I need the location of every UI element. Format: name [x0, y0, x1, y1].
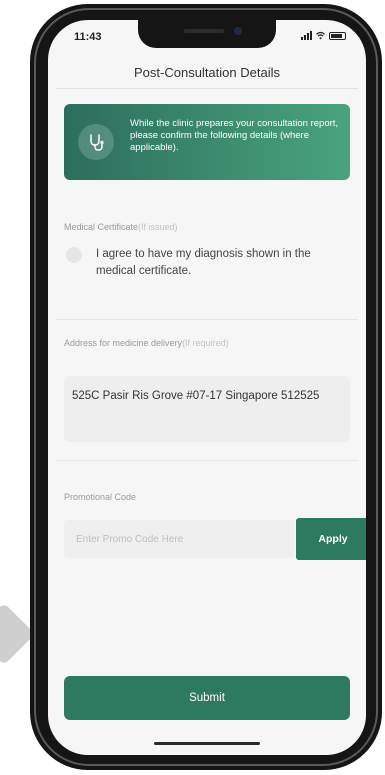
wifi-icon: [316, 31, 325, 40]
stethoscope-icon: [78, 124, 114, 160]
promo-label: Promotional Code: [64, 492, 137, 502]
address-hint: (If required): [182, 338, 229, 348]
section-divider: [56, 319, 358, 320]
submit-button[interactable]: Submit: [64, 676, 350, 720]
status-icons: [301, 31, 346, 40]
signal-icon: [301, 31, 312, 40]
promo-code-input[interactable]: [64, 520, 294, 558]
medical-certificate-label-text: Medical Certificate: [64, 222, 139, 232]
apply-promo-button[interactable]: Apply: [296, 518, 366, 560]
page-title: Post-Consultation Details: [134, 65, 280, 80]
info-banner: While the clinic prepares your consultat…: [64, 104, 350, 180]
address-field[interactable]: 525C Pasir Ris Grove #07-17 Singapore 51…: [64, 376, 350, 442]
section-divider: [56, 460, 358, 461]
medical-certificate-hint: (If issued): [138, 222, 178, 232]
address-label: Address for medicine delivery(If require…: [64, 338, 229, 348]
diagnosis-consent-checkbox[interactable]: [66, 247, 82, 263]
diagnosis-consent-text: I agree to have my diagnosis shown in th…: [96, 248, 311, 277]
notch: [138, 20, 276, 48]
home-indicator: [154, 742, 260, 745]
status-time: 11:43: [74, 31, 102, 43]
header-divider: [56, 88, 358, 89]
app-screen: 11:43 Post-Consultation Details While th…: [48, 20, 366, 755]
battery-icon: [329, 31, 346, 40]
address-value: 525C Pasir Ris Grove #07-17 Singapore 51…: [72, 390, 320, 402]
speaker-grille: [184, 29, 224, 33]
address-label-text: Address for medicine delivery: [64, 338, 183, 348]
medical-certificate-label: Medical Certificate(If issued): [64, 222, 178, 232]
banner-message: While the clinic prepares your consultat…: [130, 118, 339, 153]
camera-dot: [234, 27, 242, 35]
